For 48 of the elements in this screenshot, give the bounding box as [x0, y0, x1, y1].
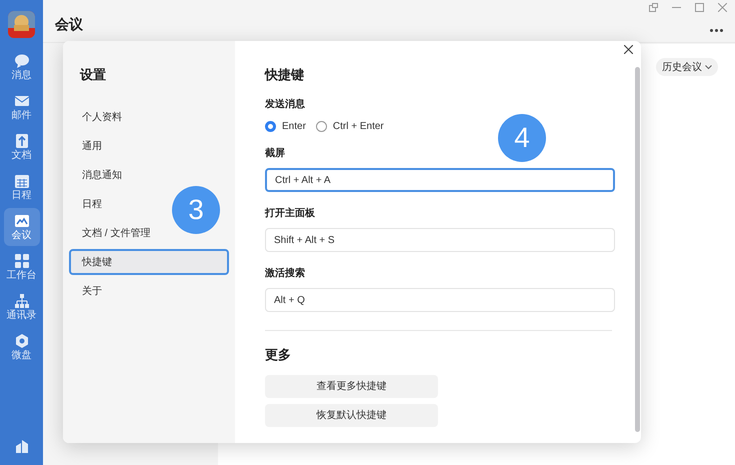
section-heading: 更多	[265, 346, 292, 364]
settings-menu-item[interactable]: 日程	[69, 191, 108, 217]
chat-bubble-icon	[14, 54, 28, 68]
org-chart-icon	[14, 294, 28, 308]
shortcut-field[interactable]: Shift + Alt + S	[265, 228, 615, 252]
nav-item[interactable]: 文档	[4, 128, 40, 166]
field-label: 截屏	[265, 146, 286, 161]
settings-menu-item[interactable]: 消息通知	[69, 162, 128, 188]
pin-window-icon[interactable]	[649, 2, 658, 12]
avatar[interactable]	[8, 11, 35, 38]
radio-option[interactable]: Enter	[265, 119, 306, 134]
nav-item[interactable]: 消息	[4, 48, 40, 86]
hexagon-icon	[14, 334, 28, 348]
meeting-icon	[14, 214, 28, 228]
settings-menu-item[interactable]: 个人资料	[69, 104, 128, 130]
radio-option[interactable]: Ctrl + Enter	[316, 119, 384, 134]
nav-item[interactable]: 邮件	[4, 88, 40, 126]
settings-title: 设置	[78, 66, 107, 84]
envelope-icon	[14, 94, 28, 108]
radio-button[interactable]	[316, 121, 327, 132]
nav-item[interactable]: 工作台	[4, 248, 40, 286]
field-label: 打开主面板	[265, 206, 316, 221]
field-label: 发送消息	[265, 98, 306, 112]
settings-menu-item[interactable]: 通用	[69, 133, 108, 159]
page-title: 会议	[55, 14, 83, 34]
close-icon[interactable]	[624, 45, 633, 54]
nav-item[interactable]: 通讯录	[4, 288, 40, 326]
section-heading: 快捷键	[265, 66, 305, 83]
building-icon[interactable]	[14, 439, 28, 453]
grid-icon	[14, 254, 28, 268]
document-icon	[14, 134, 28, 148]
shortcut-field[interactable]: Ctrl + Alt + A	[265, 168, 615, 192]
action-button[interactable]: 恢复默认快捷键	[265, 404, 438, 426]
settings-menu-item[interactable]: 关于	[69, 278, 108, 304]
chevron-down-icon	[705, 64, 712, 70]
nav-item[interactable]: 微盘	[4, 328, 40, 366]
radio-button[interactable]	[265, 121, 276, 132]
settings-menu-item[interactable]: 快捷键	[69, 249, 229, 275]
more-icon[interactable]	[710, 28, 723, 32]
history-meetings-button[interactable]: 历史会议	[656, 58, 718, 76]
scrollbar[interactable]	[635, 67, 640, 432]
calendar-icon	[14, 174, 28, 188]
settings-menu-item[interactable]: 文档 / 文件管理	[69, 220, 156, 246]
field-label: 激活搜索	[265, 266, 306, 281]
maximize-icon[interactable]	[695, 2, 704, 12]
nav-item[interactable]: 日程	[4, 168, 40, 206]
shortcut-field[interactable]: Alt + Q	[265, 288, 615, 312]
action-button[interactable]: 查看更多快捷键	[265, 374, 438, 398]
